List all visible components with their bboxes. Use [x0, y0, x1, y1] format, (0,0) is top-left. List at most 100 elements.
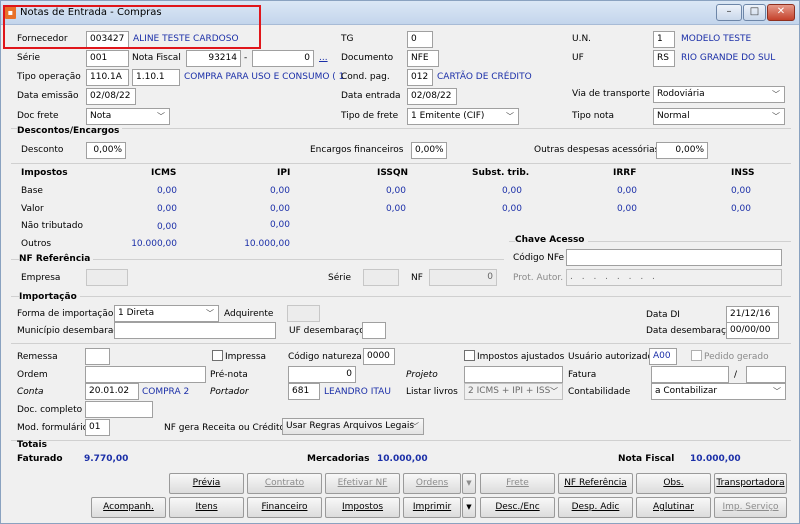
adquirente-field[interactable]: [287, 305, 320, 322]
impostos-button[interactable]: Impostos: [325, 497, 400, 518]
imp-servico-button[interactable]: Imp. Serviço: [714, 497, 787, 518]
serie-field[interactable]: 001: [86, 50, 129, 67]
nf-ref-nf-field[interactable]: 0: [429, 269, 497, 286]
pre-nota-field[interactable]: 0: [288, 366, 356, 383]
chevron-down-icon: ﹀: [772, 112, 780, 121]
financeiro-button[interactable]: Financeiro: [247, 497, 322, 518]
imprimir-button[interactable]: Imprimir: [403, 497, 461, 518]
data-entrada-field[interactable]: 02/08/22: [407, 88, 457, 105]
tipo-nota-select[interactable]: Normal ﹀: [653, 108, 785, 125]
usuario-autorizado-field[interactable]: A00: [649, 348, 677, 365]
forma-importacao-label: Forma de importação: [17, 309, 114, 319]
data-emissao-field[interactable]: 02/08/22: [86, 88, 136, 105]
frete-button[interactable]: Frete: [480, 473, 555, 494]
ordem-field[interactable]: [85, 366, 206, 383]
doc-frete-value: Nota: [90, 111, 112, 121]
tipo-operacao-sub-field[interactable]: 1.10.1: [132, 69, 180, 86]
uf-name: RIO GRANDE DO SUL: [681, 53, 776, 63]
base-label: Base: [21, 186, 43, 196]
encargos-field[interactable]: 0,00%: [411, 142, 447, 159]
fatura-field[interactable]: [651, 366, 729, 383]
projeto-field[interactable]: [464, 366, 563, 383]
projeto-label: Projeto: [406, 370, 438, 380]
forma-importacao-select[interactable]: 1 Direta ﹀: [114, 305, 219, 322]
codigo-natureza-field[interactable]: 0000: [363, 348, 395, 365]
municipio-desembaraco-field[interactable]: [114, 322, 276, 339]
impostos-ajustados-checkbox[interactable]: [464, 350, 475, 361]
cond-pag-field[interactable]: 012: [407, 69, 433, 86]
via-transporte-select[interactable]: Rodoviária ﹀: [653, 86, 785, 103]
minimize-button[interactable]: –: [716, 4, 742, 21]
uf-desembaraco-field[interactable]: [362, 322, 386, 339]
descontos-title: Descontos/Encargos: [17, 126, 123, 136]
nota-lookup-button[interactable]: ...: [319, 53, 328, 63]
previa-button[interactable]: Prévia: [169, 473, 244, 494]
tipo-frete-label: Tipo de frete: [341, 111, 399, 121]
transportadora-button[interactable]: Transportadora: [714, 473, 787, 494]
via-transporte-label: Via de transporte: [572, 89, 651, 99]
uf-code-field[interactable]: RS: [653, 50, 675, 67]
tg-field[interactable]: 0: [407, 31, 433, 48]
conta-code-field[interactable]: 20.01.02: [85, 383, 139, 400]
portador-code-field[interactable]: 681: [288, 383, 320, 400]
itens-button[interactable]: Itens: [169, 497, 244, 518]
base-inss: 0,00: [730, 186, 751, 196]
aglutinar-button[interactable]: Aglutinar: [636, 497, 711, 518]
tipo-nota-label: Tipo nota: [572, 111, 615, 121]
nf-gera-label: NF gera Receita ou Crédito: [164, 423, 286, 433]
empresa-field[interactable]: [86, 269, 128, 286]
contabilidade-select[interactable]: a Contabilizar ﹀: [651, 383, 786, 400]
impostos-ajustados-label: Impostos ajustados: [477, 352, 565, 362]
doc-completo-field[interactable]: [85, 401, 153, 418]
desc-enc-button[interactable]: Desc./Enc: [480, 497, 555, 518]
nf-referencia-button[interactable]: NF Referência: [558, 473, 633, 494]
nf-ref-serie-field[interactable]: [363, 269, 399, 286]
remessa-field[interactable]: [85, 348, 110, 365]
listar-livros-select[interactable]: 2 ICMS + IPI + ISS ﹀: [464, 383, 563, 400]
valor-irrf: 0,00: [616, 204, 637, 214]
outras-despesas-field[interactable]: 0,00%: [656, 142, 708, 159]
nota-suffix-field[interactable]: 0: [252, 50, 314, 67]
desp-adic-button[interactable]: Desp. Adic: [558, 497, 633, 518]
acompanh-button[interactable]: Acompanh.: [91, 497, 166, 518]
imprimir-dropdown-button[interactable]: ▼: [462, 497, 476, 518]
tipo-operacao-code-field[interactable]: 110.1A: [86, 69, 129, 86]
close-button[interactable]: ✕: [767, 4, 795, 21]
contrato-button[interactable]: Contrato: [247, 473, 322, 494]
un-name: MODELO TESTE: [681, 34, 752, 44]
documento-label: Documento: [341, 53, 394, 63]
ordens-button[interactable]: Ordens: [403, 473, 461, 494]
base-subst: 0,00: [501, 186, 522, 196]
valor-icms: 0,00: [156, 204, 177, 214]
nf-gera-select[interactable]: Usar Regras Arquivos Legais ﹀: [282, 418, 424, 435]
obs-button[interactable]: Obs.: [636, 473, 711, 494]
tipo-frete-select[interactable]: 1 Emitente (CIF) ﹀: [407, 108, 519, 125]
mod-formulario-field[interactable]: 01: [85, 419, 110, 436]
nf-referencia-title: NF Referência: [19, 254, 94, 264]
ordens-dropdown-button[interactable]: ▼: [462, 473, 476, 494]
nf-gera-value: Usar Regras Arquivos Legais: [286, 421, 415, 431]
fatura-parcela-field[interactable]: [746, 366, 786, 383]
pedido-gerado-checkbox[interactable]: [691, 350, 702, 361]
nota-fiscal-field[interactable]: 93214: [186, 50, 241, 67]
listar-livros-label: Listar livros: [406, 387, 458, 397]
nf-ref-serie-label: Série: [328, 273, 351, 283]
prot-autor-field[interactable]: . . . . . . . .: [566, 269, 782, 286]
data-di-field[interactable]: 21/12/16: [726, 306, 779, 323]
efetivar-nf-button[interactable]: Efetivar NF: [325, 473, 400, 494]
separator: [11, 343, 791, 344]
codigo-nfe-field[interactable]: [566, 249, 782, 266]
base-irrf: 0,00: [616, 186, 637, 196]
desconto-field[interactable]: 0,00%: [86, 142, 126, 159]
doc-frete-select[interactable]: Nota ﹀: [86, 108, 170, 125]
chevron-down-icon: ﹀: [411, 422, 419, 431]
data-entrada-label: Data entrada: [341, 91, 401, 101]
documento-field[interactable]: NFE: [407, 50, 439, 67]
un-code-field[interactable]: 1: [653, 31, 675, 48]
maximize-button[interactable]: □: [743, 4, 766, 21]
nao-tributado-icms: 0,00: [156, 222, 177, 232]
portador-label: Portador: [210, 387, 249, 397]
impressa-checkbox[interactable]: [212, 350, 223, 361]
notas-entrada-window: ▪ Notas de Entrada - Compras – □ ✕ Forne…: [0, 0, 800, 524]
data-desembaraco-field[interactable]: 00/00/00: [726, 322, 779, 339]
